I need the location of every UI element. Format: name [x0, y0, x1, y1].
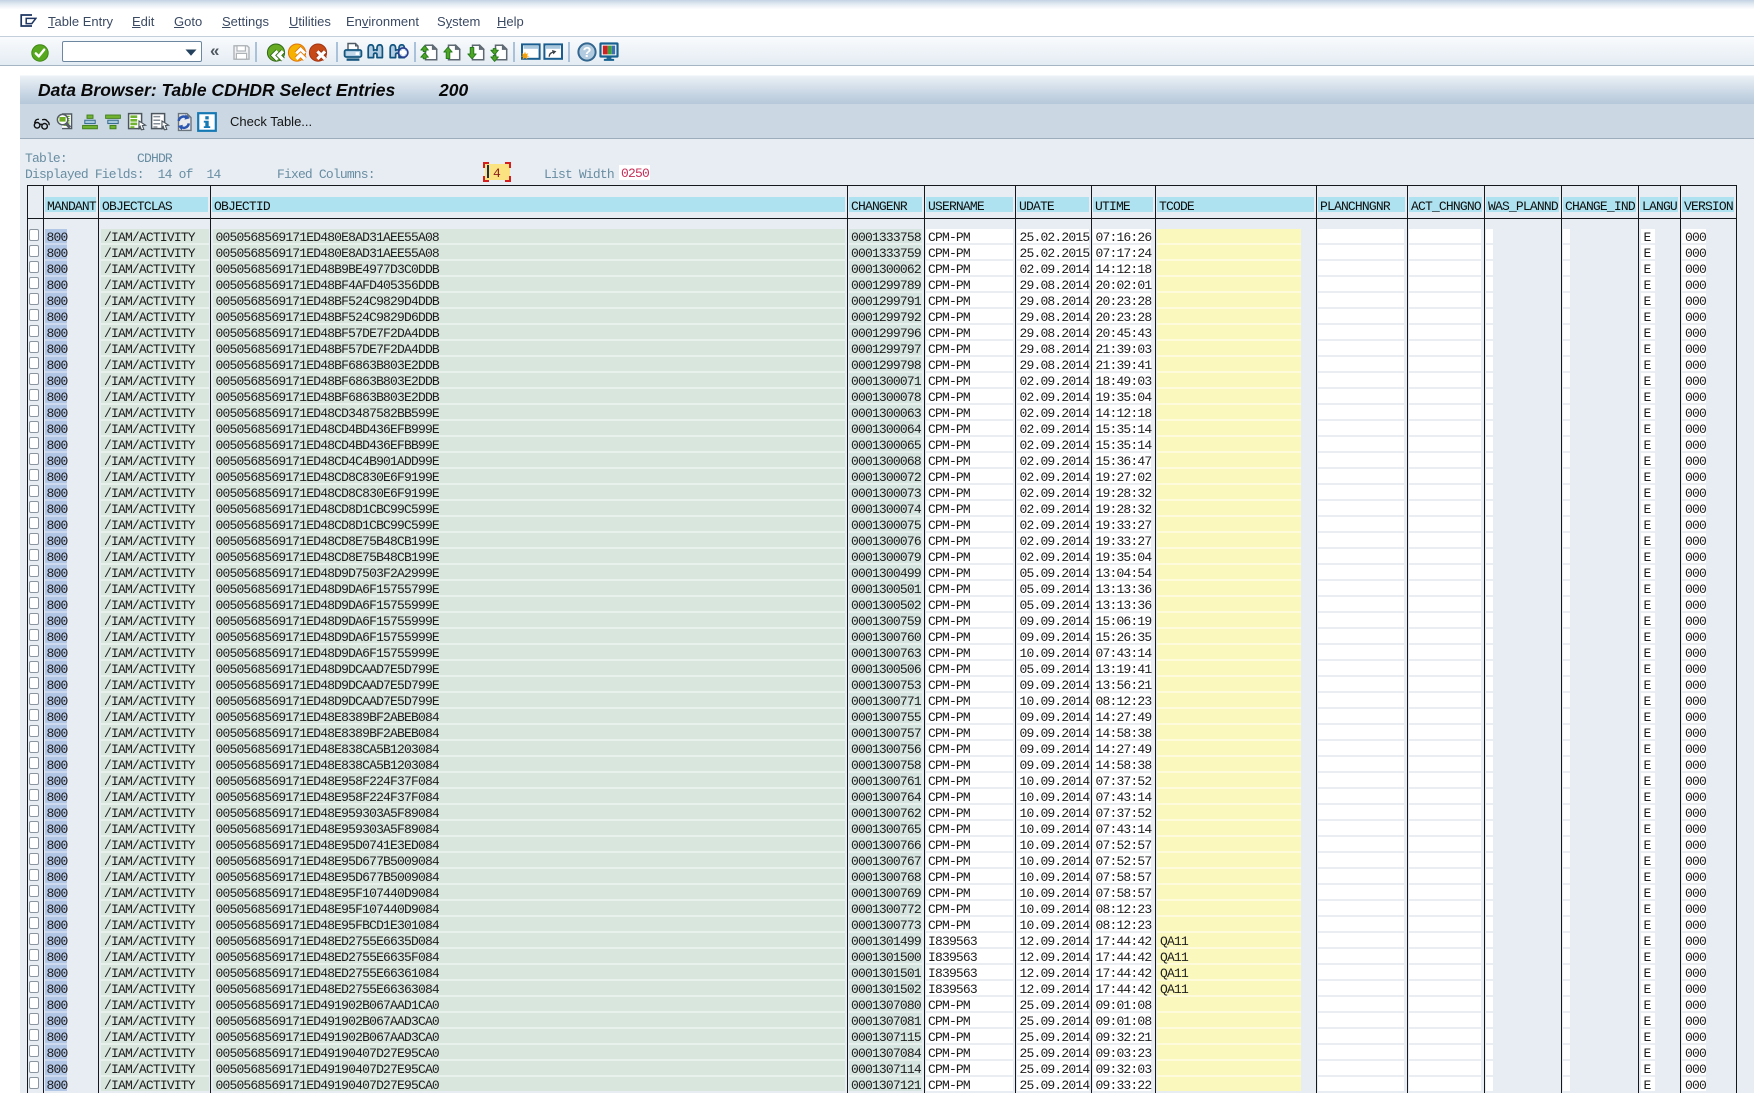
svg-text:?: ?: [583, 45, 592, 61]
